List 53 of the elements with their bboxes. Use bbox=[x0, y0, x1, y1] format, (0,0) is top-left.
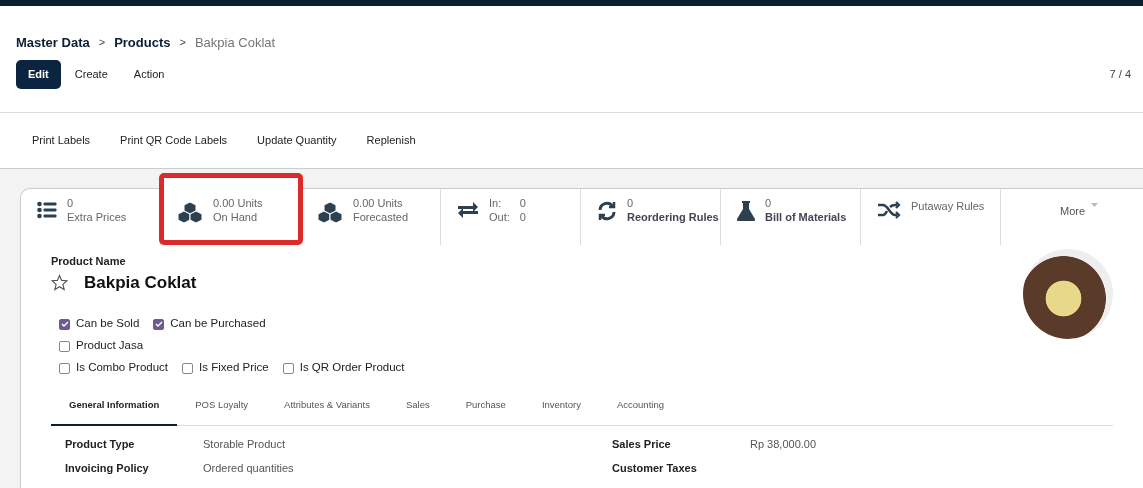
field-value: Ordered quantities bbox=[203, 461, 294, 477]
check-icon bbox=[60, 320, 69, 328]
stat-button[interactable]: 0 Bill of Materials bbox=[721, 189, 861, 245]
field-label: Product Name bbox=[51, 254, 127, 269]
checkbox-option[interactable]: Can be Purchased bbox=[153, 315, 266, 333]
field-label: Customer Taxes bbox=[612, 461, 698, 477]
transfer-arrows-icon bbox=[457, 201, 479, 219]
star-icon[interactable] bbox=[51, 273, 68, 291]
cubes-icon bbox=[317, 201, 343, 223]
command-button[interactable]: Print Labels bbox=[20, 128, 103, 153]
flask-icon bbox=[737, 201, 755, 221]
edit-button[interactable]: Edit bbox=[16, 60, 61, 89]
tab[interactable]: Accounting bbox=[598, 387, 682, 427]
breadcrumb-link[interactable]: Master Data bbox=[16, 32, 90, 53]
checkbox-option[interactable]: Is Fixed Price bbox=[182, 359, 269, 377]
checkbox-option[interactable]: Product Jasa bbox=[59, 337, 144, 355]
tab[interactable]: Purchase bbox=[447, 387, 524, 427]
checkbox-option[interactable]: Is Combo Product bbox=[59, 359, 169, 377]
product-name: Bakpia Coklat bbox=[84, 271, 197, 294]
breadcrumb-link[interactable]: Products bbox=[114, 32, 171, 53]
stat-button[interactable]: Putaway Rules bbox=[861, 189, 1001, 245]
refresh-icon bbox=[597, 201, 617, 221]
tab[interactable]: General Information bbox=[51, 387, 178, 427]
breadcrumb-separator: > bbox=[98, 35, 106, 51]
toolbar-button[interactable]: Action bbox=[121, 60, 177, 89]
tab[interactable]: POS Loyalty bbox=[177, 387, 267, 427]
checkbox-option[interactable]: Is QR Order Product bbox=[282, 359, 405, 377]
shuffle-icon bbox=[877, 201, 901, 219]
tab[interactable]: Attributes & Variants bbox=[266, 387, 388, 427]
pager-counter: 7 / 4 bbox=[1109, 67, 1131, 82]
stat-button[interactable]: 0 Reordering Rules bbox=[581, 189, 721, 245]
tab[interactable]: Inventory bbox=[523, 387, 599, 427]
stat-button[interactable]: More bbox=[1001, 189, 1141, 245]
field-label: Invoicing Policy bbox=[65, 461, 150, 477]
stat-button[interactable]: In: 0 Out: 0 bbox=[441, 189, 581, 245]
check-icon bbox=[154, 320, 163, 328]
toolbar-button[interactable]: Create bbox=[62, 60, 120, 89]
command-button[interactable]: Replenish bbox=[354, 128, 428, 153]
list-icon bbox=[37, 201, 57, 219]
command-button[interactable]: Print QR Code Labels bbox=[108, 128, 240, 153]
checkbox-option[interactable]: Can be Sold bbox=[59, 315, 140, 333]
caret-icon bbox=[1091, 203, 1099, 207]
field-value: Storable Product bbox=[203, 437, 285, 453]
stat-button[interactable]: 0.00 Units Forecasted bbox=[301, 189, 441, 245]
tab[interactable]: Sales bbox=[387, 387, 448, 427]
command-button[interactable]: Update Quantity bbox=[245, 128, 349, 153]
stat-button[interactable]: 0.00 Units On Hand bbox=[161, 175, 301, 243]
field-label: Sales Price bbox=[612, 437, 672, 453]
field-value: Rp 38,000.00 bbox=[750, 437, 817, 453]
breadcrumb-separator: > bbox=[179, 35, 186, 51]
field-label: Product Type bbox=[65, 437, 136, 453]
breadcrumb-current: Bakpia Coklat bbox=[194, 33, 276, 52]
cubes-icon bbox=[177, 201, 203, 223]
